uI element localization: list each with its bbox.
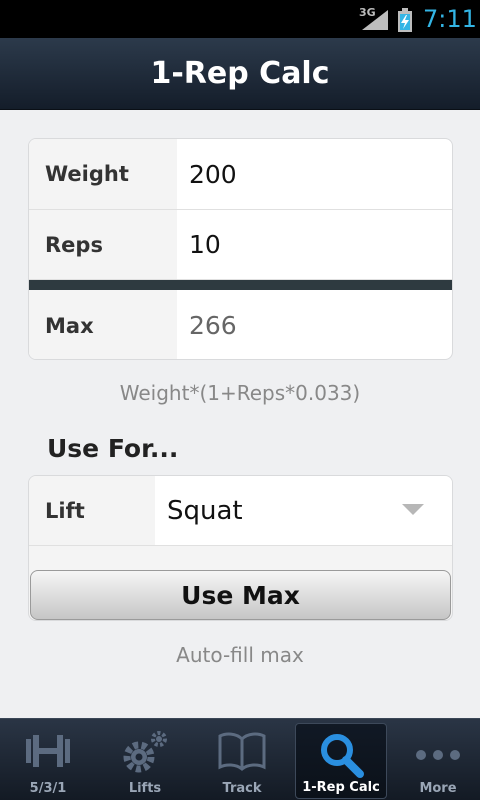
- tab-label: Lifts: [128, 781, 162, 796]
- page-title: 1-Rep Calc: [150, 56, 330, 91]
- formula-text: Weight*(1+Reps*0.033): [119, 381, 361, 405]
- tab-more[interactable]: More: [390, 719, 480, 800]
- weight-row: Weight: [29, 139, 452, 210]
- max-row: Max: [29, 290, 452, 359]
- clock: 7:11: [423, 5, 477, 33]
- more-dots-icon: [416, 750, 460, 760]
- tab-label: 1-Rep Calc: [302, 780, 380, 795]
- tab-lifts[interactable]: Lifts: [97, 719, 193, 800]
- lift-label: Lift: [45, 498, 85, 523]
- search-icon: [321, 734, 364, 778]
- lift-select-value: Squat: [167, 495, 243, 526]
- battery-charging-icon: [398, 8, 412, 32]
- reps-input[interactable]: [177, 210, 438, 279]
- tab-531[interactable]: 5/3/1: [0, 719, 96, 800]
- tab-track[interactable]: Track: [194, 719, 290, 800]
- status-bar: 3G 7:11: [0, 0, 480, 38]
- use-max-button[interactable]: Use Max: [30, 570, 451, 620]
- reps-label: Reps: [45, 232, 103, 257]
- result-divider: [29, 280, 452, 290]
- dumbbell-icon: [26, 735, 70, 767]
- use-for-card: Lift Squat Use Max: [28, 475, 453, 621]
- book-icon: [218, 732, 266, 771]
- tab-label: More: [419, 781, 457, 796]
- weight-input[interactable]: [177, 139, 438, 209]
- max-output: [177, 290, 438, 359]
- lift-select[interactable]: Squat: [155, 476, 452, 545]
- max-label: Max: [45, 313, 94, 338]
- tab-bar: 5/3/1 Lifts Track 1-Rep Calc More: [0, 718, 480, 800]
- calculator-card: Weight Reps Max: [28, 138, 453, 360]
- app-header: 1-Rep Calc: [0, 38, 480, 110]
- signal-icon: [362, 10, 388, 30]
- use-for-heading: Use For...: [47, 434, 179, 463]
- weight-label: Weight: [45, 162, 129, 186]
- reps-row: Reps: [29, 210, 452, 280]
- gears-icon: [123, 731, 167, 773]
- lift-row: Lift Squat: [29, 476, 452, 546]
- tab-label: 5/3/1: [29, 781, 67, 796]
- dropdown-arrow-icon: [402, 504, 424, 515]
- autofill-hint: Auto-fill max: [176, 643, 304, 667]
- tab-1-rep-calc[interactable]: 1-Rep Calc: [295, 723, 387, 799]
- tab-label: Track: [222, 781, 262, 796]
